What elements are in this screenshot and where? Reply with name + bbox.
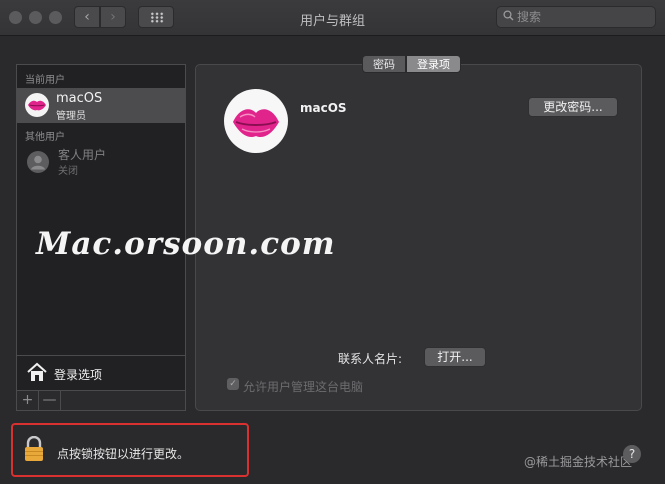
search-icon — [503, 10, 514, 24]
tab-bar: 密码 登录项 — [362, 55, 461, 73]
search-field[interactable] — [496, 6, 656, 28]
guest-user-status: 关闭 — [58, 166, 78, 177]
allow-admin-label: 允许用户管理这台电脑 — [243, 380, 364, 394]
guest-user-name[interactable]: 客人用户 — [58, 146, 106, 163]
credit-text: @稀土掘金技术社区 — [524, 455, 633, 469]
lock-icon[interactable] — [23, 435, 45, 466]
user-picture[interactable] — [224, 89, 288, 153]
open-contact-button[interactable]: 打开... — [424, 347, 486, 367]
house-icon — [26, 361, 48, 387]
guest-avatar-icon — [27, 151, 49, 173]
avatar — [25, 93, 49, 117]
title-bar: ‹ › 用户与群组 — [0, 0, 665, 36]
current-user-name: macOS — [56, 91, 103, 106]
current-users-heading: 当前用户 — [25, 75, 65, 86]
lips-icon — [28, 100, 46, 111]
add-remove-bar: + — — [16, 391, 186, 411]
help-button[interactable]: ? — [623, 445, 641, 463]
current-user-role: 管理员 — [56, 111, 86, 122]
lock-instruction-text: 点按锁按钮以进行更改。 — [57, 447, 190, 461]
tab-login-items[interactable]: 登录项 — [406, 55, 461, 73]
login-options-item[interactable]: 登录选项 — [17, 355, 185, 390]
lips-icon — [233, 109, 279, 138]
contact-card-label: 联系人名片: — [338, 352, 403, 366]
search-input[interactable] — [517, 9, 647, 25]
watermark-text: Mac.orsoon.com — [36, 226, 336, 262]
user-list-item-current[interactable]: macOS 管理员 — [17, 88, 185, 123]
user-full-name: macOS — [300, 101, 347, 115]
users-groups-window: ‹ › 用户与群组 当前用户 macOS 管理员 其他用户 客人 — [0, 0, 665, 484]
login-options-label: 登录选项 — [54, 368, 103, 382]
add-user-button[interactable]: + — [17, 391, 39, 410]
allow-admin-checkbox[interactable]: ✓ — [227, 378, 239, 390]
checkmark-icon: ✓ — [229, 379, 237, 389]
change-password-button[interactable]: 更改密码... — [528, 97, 618, 117]
other-users-heading: 其他用户 — [25, 132, 65, 143]
tab-password[interactable]: 密码 — [362, 55, 406, 73]
remove-user-button[interactable]: — — [39, 391, 61, 410]
